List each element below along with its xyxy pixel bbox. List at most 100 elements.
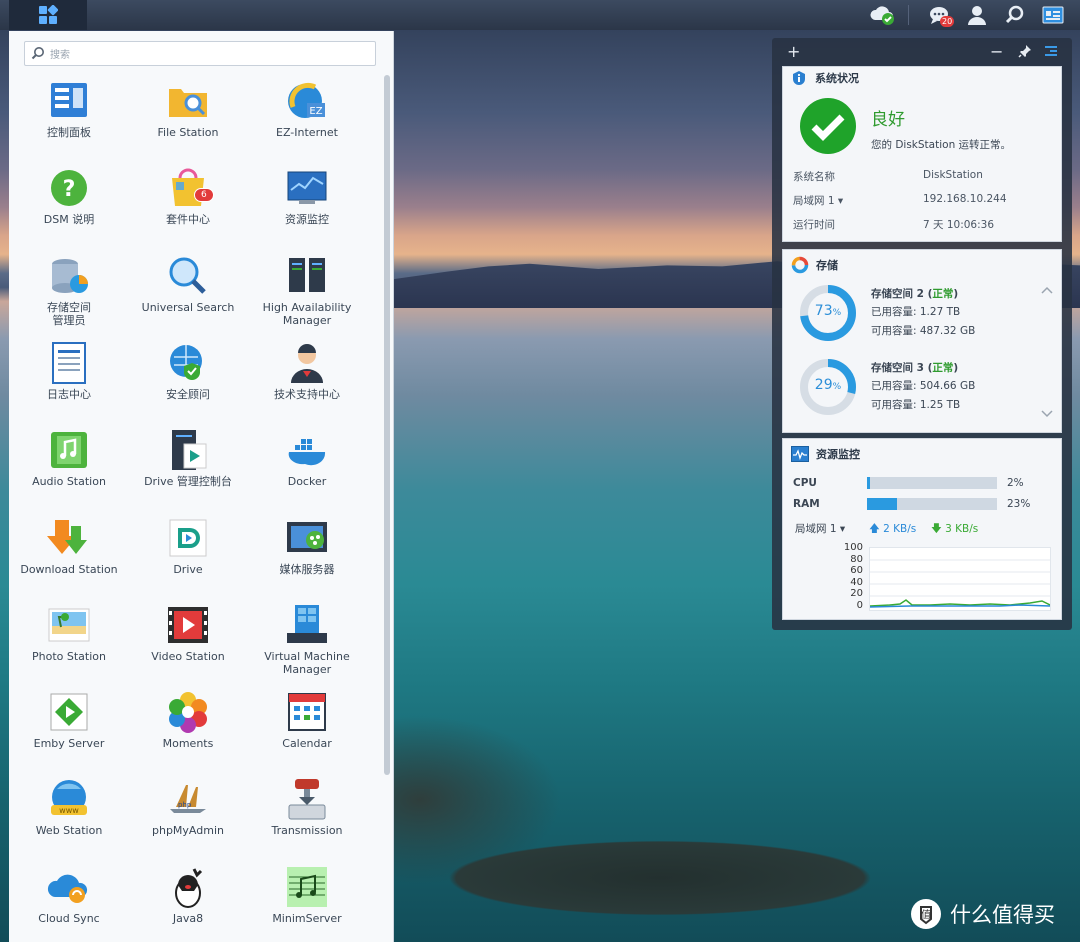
app-label: Docker xyxy=(287,475,327,489)
app-high-availability[interactable]: High Availability Manager xyxy=(252,252,362,332)
info-label-lan-dropdown[interactable]: 局域网 1 ▾ xyxy=(793,193,843,208)
app-label: Emby Server xyxy=(33,737,105,751)
user-icon xyxy=(968,6,986,25)
cloud-sync-status-button[interactable] xyxy=(867,0,897,30)
volume-used: 已用容量: 1.27 TB xyxy=(871,306,961,318)
vmm-icon xyxy=(285,603,329,647)
moments-icon xyxy=(166,690,210,734)
app-label: Audio Station xyxy=(32,475,106,489)
taskbar-separator xyxy=(908,5,909,25)
app-label: Universal Search xyxy=(141,300,235,314)
download-station-icon xyxy=(47,516,91,560)
drive-icon xyxy=(166,516,210,560)
health-status-text: 良好 xyxy=(871,110,905,130)
cloud-sync-status-icon xyxy=(870,6,894,25)
pin-icon[interactable] xyxy=(1018,44,1032,58)
audio-station-icon xyxy=(47,428,91,472)
app-label: 技术支持中心 xyxy=(274,387,340,401)
main-menu-button[interactable] xyxy=(9,0,87,30)
system-status-header: 系统状况 xyxy=(783,67,1061,89)
add-widget-button[interactable]: + xyxy=(787,42,800,61)
svg-text:www: www xyxy=(59,806,79,815)
widgets-button[interactable] xyxy=(1039,0,1067,30)
app-label: File Station xyxy=(157,126,219,139)
widget-panel: + − 系统状况 良好 您的 DiskStation 运转正常。 系统名称 Di… xyxy=(772,38,1072,630)
app-resource-monitor[interactable]: 资源监控 xyxy=(252,164,362,244)
app-log-center[interactable]: 日志中心 xyxy=(14,339,124,419)
app-label: Video Station xyxy=(151,649,225,663)
app-minimserver[interactable]: MinimServer xyxy=(252,863,362,943)
app-label: EZ-Internet xyxy=(276,126,338,139)
svg-text:php: php xyxy=(178,801,192,809)
menu-scrollbar[interactable] xyxy=(384,75,390,775)
app-label: Calendar xyxy=(282,737,332,751)
app-media-server[interactable]: 媒体服务器 xyxy=(252,514,362,594)
widget-layout-icon[interactable] xyxy=(1044,44,1058,58)
app-moments[interactable]: Moments xyxy=(133,688,243,768)
search-input[interactable]: 搜索 xyxy=(24,41,376,66)
app-label: Java8 xyxy=(172,911,204,925)
app-emby[interactable]: Emby Server xyxy=(14,688,124,768)
svg-text:值: 值 xyxy=(921,908,931,921)
app-file-station[interactable]: File Station xyxy=(133,77,243,157)
file-station-icon xyxy=(166,79,210,123)
chart-tick-label: 0 xyxy=(856,600,863,611)
app-web-station[interactable]: www Web Station xyxy=(14,775,124,855)
search-button[interactable] xyxy=(1001,0,1029,30)
app-label: Drive xyxy=(173,562,203,576)
package-center-icon: 6 xyxy=(166,166,214,210)
volume-name: 存储空间 2 (正常) xyxy=(871,288,959,300)
app-storage-manager[interactable]: 存储空间 管理员 xyxy=(14,252,124,332)
app-vmm[interactable]: Virtual Machine Manager xyxy=(252,601,362,681)
app-drive-admin[interactable]: Drive 管理控制台 xyxy=(133,426,243,506)
ram-bar xyxy=(867,498,997,510)
user-button[interactable] xyxy=(963,0,991,30)
app-package-center[interactable]: 6 套件中心 xyxy=(133,164,243,244)
notifications-button[interactable]: 20 xyxy=(925,0,955,30)
dsm-help-icon: ? xyxy=(47,166,91,210)
app-calendar[interactable]: Calendar xyxy=(252,688,362,768)
chevron-down-icon[interactable] xyxy=(1041,410,1053,418)
log-center-icon xyxy=(47,341,91,385)
svg-text:?: ? xyxy=(63,177,76,202)
info-value-ip: 192.168.10.244 xyxy=(923,193,1007,205)
chevron-up-icon[interactable] xyxy=(1041,286,1053,294)
app-universal-search[interactable]: Universal Search xyxy=(133,252,243,332)
transmission-icon xyxy=(285,777,329,821)
app-photo-station[interactable]: Photo Station xyxy=(14,601,124,681)
app-video-station[interactable]: Video Station xyxy=(133,601,243,681)
storage-manager-icon xyxy=(47,254,91,298)
app-drive[interactable]: Drive xyxy=(133,514,243,594)
app-dsm-help[interactable]: ? DSM 说明 xyxy=(14,164,124,244)
resource-monitor-icon xyxy=(791,446,809,462)
status-ok-icon xyxy=(800,98,856,154)
app-security-advisor[interactable]: 安全顾问 xyxy=(133,339,243,419)
app-docker[interactable]: Docker xyxy=(252,426,362,506)
volume-used: 已用容量: 504.66 GB xyxy=(871,380,976,392)
search-placeholder: 搜索 xyxy=(50,50,70,61)
taskbar: 20 xyxy=(0,0,1080,30)
app-transmission[interactable]: Transmission xyxy=(252,775,362,855)
search-icon xyxy=(31,47,44,60)
app-phpmyadmin[interactable]: php phpMyAdmin xyxy=(133,775,243,855)
app-audio-station[interactable]: Audio Station xyxy=(14,426,124,506)
lan-dropdown[interactable]: 局域网 1 ▾ xyxy=(795,521,845,536)
app-support-center[interactable]: 技术支持中心 xyxy=(252,339,362,419)
app-control-panel[interactable]: 控制面板 xyxy=(14,77,124,157)
support-center-icon xyxy=(285,341,329,385)
app-label: 存储空间 管理员 xyxy=(47,300,91,327)
app-label: Transmission xyxy=(271,824,343,838)
health-message: 您的 DiskStation 运转正常。 xyxy=(871,139,1012,151)
upload-rate: 🡅 2 KB/s xyxy=(869,521,916,539)
storage-ring-icon xyxy=(791,256,809,274)
app-label: Photo Station xyxy=(32,649,106,663)
minimize-widgets-button[interactable]: − xyxy=(990,42,1003,61)
high-availability-icon xyxy=(285,254,329,298)
app-cloud-sync[interactable]: Cloud Sync xyxy=(14,863,124,943)
upload-series-line xyxy=(869,604,1051,608)
app-label: Download Station xyxy=(20,562,118,576)
app-ez-internet[interactable]: EZ EZ-Internet xyxy=(252,77,362,157)
app-download-station[interactable]: Download Station xyxy=(14,514,124,594)
cloud-sync-icon xyxy=(47,865,91,909)
app-java[interactable]: Java8 xyxy=(133,863,243,943)
